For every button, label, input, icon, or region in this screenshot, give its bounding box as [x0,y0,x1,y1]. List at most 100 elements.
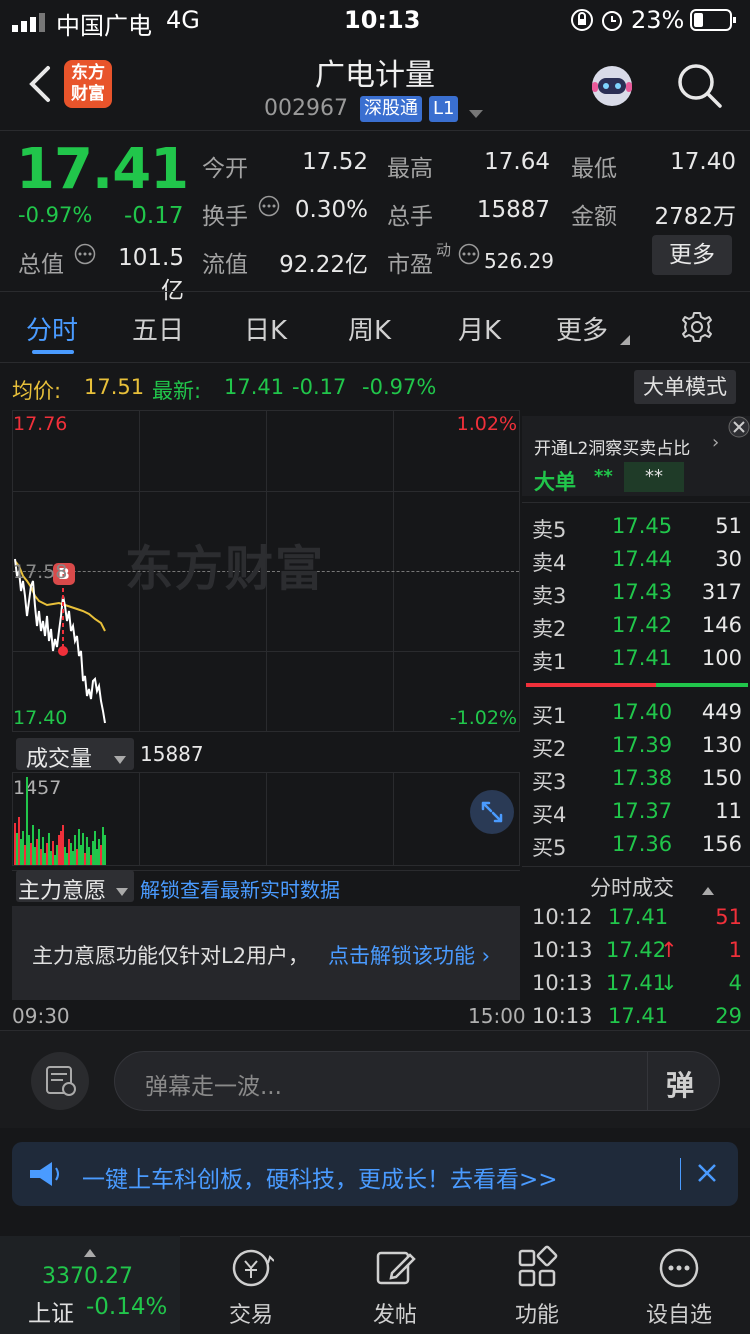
stock-code: 002967 [264,96,348,121]
more-button[interactable]: 更多 [652,235,732,275]
danmaku-bar: 弹幕走一波... 弹 [0,1030,750,1128]
tab-five-day[interactable]: 五日 [132,310,184,347]
index-widget[interactable]: 3370.27 上证 -0.14% [0,1236,180,1334]
tab-weekly-k[interactable]: 周K [348,310,391,347]
settings-gear-icon[interactable] [680,310,714,348]
l2-banner[interactable]: 开通L2洞察买卖占比 › 大单 ** ** [522,416,750,496]
intent-notice-panel: 主力意愿功能仅针对L2用户， 点击解锁该功能 › [12,906,520,1000]
danmaku-settings-icon[interactable] [30,1051,90,1115]
turnover-label: 换手 [202,204,248,230]
volume-value: 15887 [476,197,550,223]
battery-icon [690,8,738,38]
big-order-mode-button[interactable]: 大单模式 [634,370,736,404]
volume-label: 总手 [387,204,433,230]
expand-icon[interactable] [469,789,515,839]
index-value: 3370.27 [42,1264,133,1289]
volume-dropdown[interactable]: 成交量 [16,738,134,772]
connect-badge: 深股通 [360,96,422,122]
dropdown-icon[interactable] [468,104,484,123]
index-name: 上证 [28,1301,74,1327]
float-label: 流值 [202,252,248,278]
divider [0,291,750,292]
bid-row-2[interactable]: 买2 17.39 130 [522,729,750,762]
danmaku-input[interactable]: 弹幕走一波... 弹 [114,1051,720,1111]
info-icon[interactable] [74,243,96,269]
big-order-label: 大单 [534,470,576,494]
quote-panel: 17.41 -0.97% -0.17 今开 17.52 最高 17.64 最低 … [0,130,750,304]
ask-row-3[interactable]: 卖3 17.43 317 [522,576,750,609]
open-label: 今开 [202,156,248,182]
promo-text[interactable]: 一键上车科创板，硬科技，更成长！去看看>> [82,1160,558,1194]
carrier-label: 中国广电 [56,12,152,40]
pe-label: 市盈 [387,252,433,278]
intent-dropdown[interactable]: 主力意愿 [16,870,134,904]
avg-value: 17.51 [84,375,145,399]
buy-sell-ratio-bar-sell [526,683,656,687]
battery-percent: 23% [631,6,685,34]
network-label: 4G [166,6,200,34]
bid-row-3[interactable]: 买3 17.38 150 [522,762,750,795]
bid-row-4[interactable]: 买4 17.37 11 [522,795,750,828]
buy-sell-ratio-bar-buy [656,683,748,687]
mktcap-label: 总值 [18,252,64,278]
info-icon[interactable] [258,195,280,221]
grid-icon [518,1245,558,1287]
caret-up-icon [84,1242,96,1261]
turnover-value: 0.30% [294,197,368,223]
ticks-header[interactable]: 分时成交 [590,872,674,902]
alarm-icon [600,8,624,38]
nav-trade[interactable]: 交易 [196,1245,306,1329]
unlock-data-link[interactable]: 解锁查看最新实时数据 [140,874,340,903]
chevron-right-icon: › [712,432,720,453]
y-mid-label: 17.58 [13,561,68,583]
signal-icon [12,10,50,38]
pe-superscript: 动 [436,241,452,259]
divider [0,362,750,363]
tick-row: 10:13 17.41 29 [532,1004,742,1028]
search-icon[interactable] [676,62,724,114]
y-low-label: 17.40 [13,707,68,729]
high-label: 最高 [387,156,433,182]
amount-label: 金额 [571,204,617,230]
amount-value: 2782万 [654,204,736,230]
ask-row-4[interactable]: 卖4 17.44 30 [522,543,750,576]
bid-row-5[interactable]: 买5 17.36 156 [522,828,750,861]
tab-intraday[interactable]: 分时 [26,310,78,347]
close-icon[interactable] [696,1162,718,1188]
low-label: 最低 [571,156,617,182]
info-icon[interactable] [458,243,480,269]
clock: 10:13 [344,6,421,34]
caret-up-icon [702,880,714,899]
level-badge: L1 [429,96,459,122]
avg-label: 均价: [12,379,62,403]
unlock-feature-link[interactable]: 点击解锁该功能 › [328,940,490,970]
nav-set-favorite[interactable]: 设自选 [624,1245,734,1329]
open-value: 17.52 [302,149,368,175]
bid-row-1[interactable]: 买1 17.40 449 [522,696,750,729]
current-price: 17.41 [16,137,189,202]
chevron-right-icon: › [475,944,491,968]
ask-row-1[interactable]: 卖1 17.41 100 [522,642,750,675]
danmaku-toggle-button[interactable]: 弹 [647,1052,719,1110]
tab-indicator [32,350,74,354]
pct-low-label: -1.02% [449,707,517,729]
time-start-label: 09:30 [12,1004,70,1028]
pe-value: 526.29 [484,249,554,273]
nav-functions[interactable]: 功能 [482,1245,592,1329]
tab-monthly-k[interactable]: 月K [458,310,501,347]
promo-banner[interactable]: 一键上车科创板，硬科技，更成长！去看看>> [12,1142,738,1206]
stock-header: 东方 财富 广电计量 002967 深股通 L1 [0,40,750,130]
page-title: 广电计量 [315,58,435,93]
ask-row-2[interactable]: 卖2 17.42 146 [522,609,750,642]
tab-more[interactable]: 更多 [556,310,608,347]
tab-daily-k[interactable]: 日K [244,310,287,347]
nav-post[interactable]: 发帖 [340,1245,450,1329]
ask-row-5[interactable]: 卖5 17.45 51 [522,510,750,543]
corner-triangle-icon [620,330,630,349]
robot-avatar-icon[interactable] [588,62,636,114]
volume-chart: 1457 [12,772,520,866]
edit-icon [376,1251,416,1285]
intraday-chart: 东方财富 B 17.76 17.58 17.40 1.02% -1.02% [12,410,520,732]
close-icon[interactable] [728,416,750,442]
latest-value: 17.41 [224,375,285,399]
